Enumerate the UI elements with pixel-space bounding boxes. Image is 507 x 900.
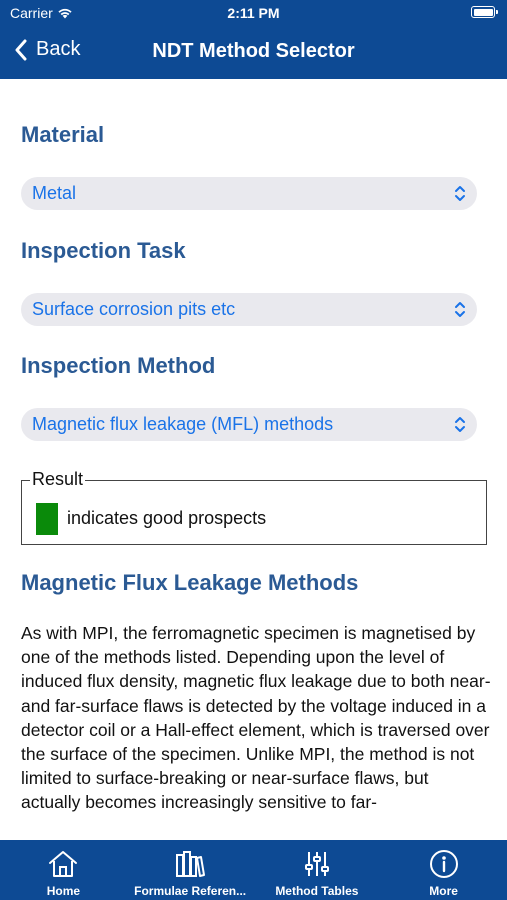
inspection-task-value: Surface corrosion pits etc (32, 299, 236, 319)
books-icon (176, 851, 206, 877)
navigation-header: Carrier 2:11 PM Back NDT Method Selector (0, 0, 507, 79)
result-legend: Result (30, 469, 86, 490)
tab-bar: Home Formulae Referen... Method Tables M… (0, 840, 507, 900)
inspection-method-select[interactable]: Magnetic flux leakage (MFL) methods (21, 408, 477, 441)
inspection-task-select[interactable]: Surface corrosion pits etc (21, 293, 477, 326)
tab-method-tables[interactable]: Method Tables (254, 840, 381, 900)
clock: 2:11 PM (227, 5, 280, 21)
result-text: indicates good prospects (67, 508, 267, 528)
result-panel: Result indicates good prospects (21, 469, 487, 545)
method-info-heading: Magnetic Flux Leakage Methods (21, 570, 359, 595)
updown-chevron-icon (455, 186, 465, 201)
battery-icon (471, 6, 498, 18)
tab-home-label: Home (46, 884, 81, 898)
page-title: NDT Method Selector (152, 40, 355, 62)
inspection-method-value: Magnetic flux leakage (MFL) methods (32, 414, 334, 434)
material-heading: Material (21, 122, 105, 147)
status-bar: Carrier 2:11 PM (0, 5, 507, 23)
inspection-method-heading: Inspection Method (21, 353, 216, 378)
info-icon (429, 850, 458, 878)
material-value: Metal (32, 183, 77, 203)
inspection-task-heading: Inspection Task (21, 238, 186, 263)
tab-more-label: More (429, 884, 458, 898)
tab-home[interactable]: Home (0, 840, 127, 900)
main-content[interactable]: Material Metal Inspection Task Surface c… (0, 79, 507, 840)
tab-method-tables-label: Method Tables (275, 884, 359, 898)
tab-formulae-reference[interactable]: Formulae Referen... (127, 840, 254, 900)
nav-bar: Back NDT Method Selector (0, 38, 507, 68)
updown-chevron-icon (455, 302, 465, 317)
sliders-icon (304, 852, 329, 876)
method-description: As with MPI, the ferromagnetic specimen … (21, 623, 491, 813)
home-icon (49, 851, 78, 877)
material-select[interactable]: Metal (21, 177, 477, 210)
tab-more[interactable]: More (380, 840, 507, 900)
tab-formulae-reference-label: Formulae Referen... (134, 884, 247, 898)
updown-chevron-icon (455, 417, 465, 432)
result-color-swatch (36, 503, 58, 535)
